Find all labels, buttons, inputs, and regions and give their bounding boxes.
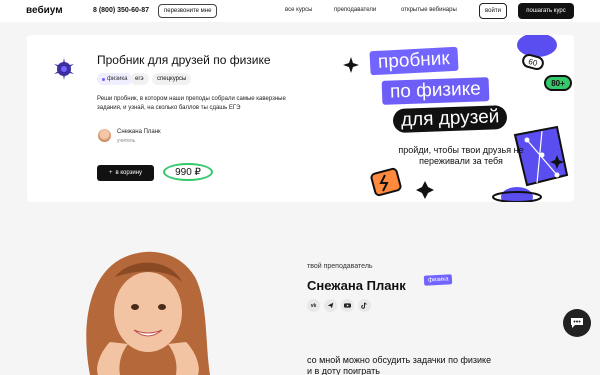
youtube-icon[interactable] [341,299,354,312]
small-star-icon [416,181,434,199]
promo-subtitle-line-1: пройди, чтобы твои друзья не [398,145,524,155]
phone-number[interactable]: 8 (800) 350-60-87 [93,7,149,14]
teacher-name[interactable]: Снежана Планк [117,129,161,135]
tag-physics[interactable]: физика [97,73,133,85]
avatar [98,129,111,142]
logo[interactable]: вебиум [26,5,63,16]
teacher-bio-line-1: со мной можно обсудить задачки по физике [307,355,492,365]
chat-button[interactable] [563,309,591,337]
price: 990 ₽ [163,163,213,181]
tiktok-icon[interactable] [358,299,371,312]
teacher-bio-line-2: и в доту поиграть [307,366,380,375]
buy-course-button[interactable]: пошагать курс [518,3,574,19]
vk-icon[interactable]: vk [307,299,320,312]
promo-line-2: по физике [381,77,490,105]
planet-shape [501,187,533,202]
callback-button[interactable]: перезвоните мне [158,4,218,18]
teacher-section-name: Снежана Планк [307,278,406,293]
plus-icon: + [108,170,113,176]
sparkle-icon [54,58,74,80]
course-card: Пробник для друзей по физике физика егэ … [27,35,574,202]
promo-line-3: для друзей [392,105,508,133]
chat-bubble-icon [571,318,583,328]
promo-banner: пробник по физике для друзей 60 80+ прой… [337,35,574,202]
blob-shape [517,35,557,57]
course-title: Пробник для друзей по физике [97,53,271,67]
tag-special[interactable]: спецкурсы [152,73,192,85]
teacher-bio: со мной можно обсудить задачки по физике… [307,355,527,375]
promo-subtitle: пройди, чтобы твои друзья не переживали … [381,145,541,167]
nav-webinars[interactable]: открытые вебинары [401,7,457,13]
subject-badge: физика [423,274,453,286]
course-description: Реши пробник, в котором наши преподы соб… [97,96,286,111]
login-button[interactable]: войти [479,3,507,19]
nav-teachers[interactable]: преподаватели [334,7,376,13]
tag-ege[interactable]: егэ [130,73,149,85]
teacher-photo [86,251,210,375]
score-new-badge: 80+ [544,75,572,91]
telegram-icon[interactable] [324,299,337,312]
top-header: вебиум 8 (800) 350-60-87 перезвоните мне… [0,0,600,22]
teacher-section-label: твой преподаватель [307,263,373,270]
teacher-role: учитель [117,138,136,144]
add-to-cart-label: в корзину [115,170,143,176]
nav-all-courses[interactable]: все курсы [285,7,312,13]
add-to-cart-button[interactable]: + в корзину [97,165,154,181]
promo-line-1: пробник [369,46,459,76]
promo-subtitle-line-2: переживали за тебя [419,156,503,166]
